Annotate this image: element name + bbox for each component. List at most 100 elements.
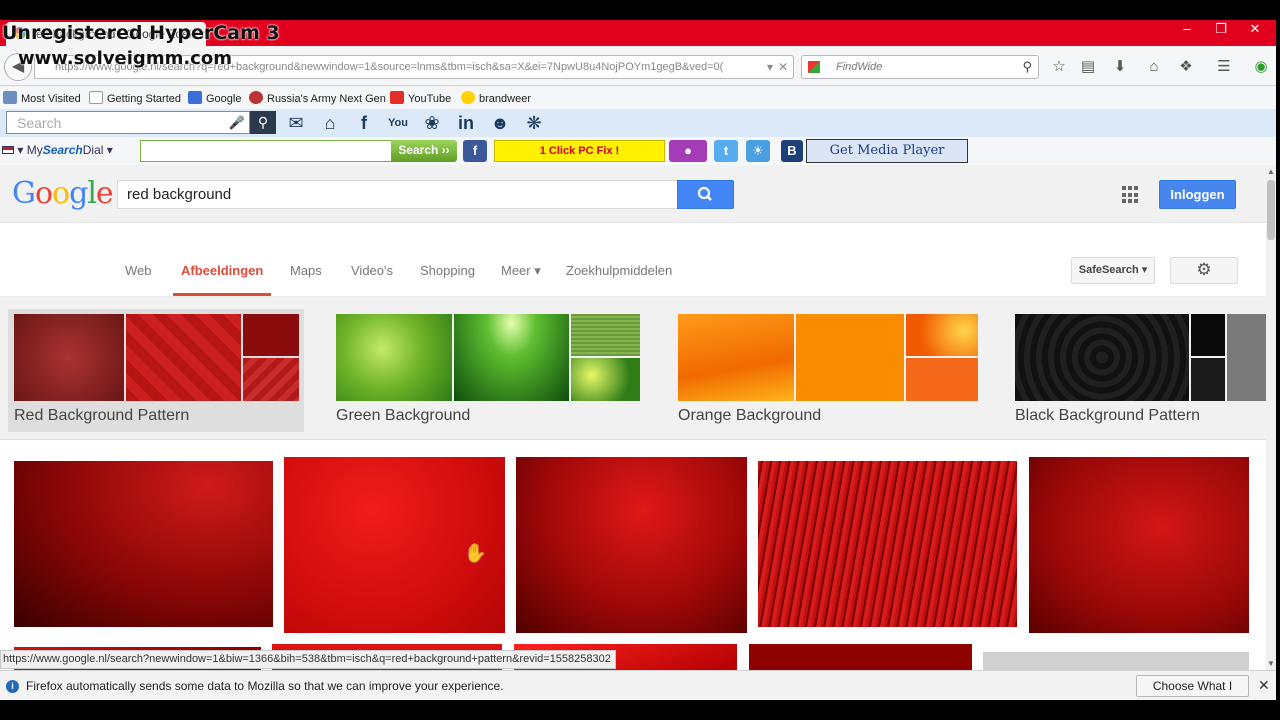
scroll-up-icon[interactable]: ▲ [1267,167,1275,176]
addon-icon[interactable]: ❖ [1176,58,1196,78]
reading-list-icon[interactable]: ▤ [1078,58,1098,78]
bookmark-youtube[interactable]: YouTube [390,91,451,105]
apps-grid-icon[interactable] [1122,186,1140,204]
related-black-background-pattern[interactable]: Black Background Pattern [1009,309,1266,432]
facebook-icon[interactable]: f [463,140,487,162]
bookmark-most-visited[interactable]: Most Visited [3,91,81,105]
tab-web[interactable]: Web [125,263,152,278]
linkedin-icon[interactable]: in [454,112,478,134]
related-green-background[interactable]: Green Background [330,309,640,432]
extension-icon[interactable]: ◉ [1251,58,1271,78]
login-button[interactable]: Inloggen [1159,180,1236,209]
google-images-page: Google red background Inloggen Web Afbee… [0,165,1266,670]
image-result[interactable] [14,461,273,627]
tab-search-tools[interactable]: Zoekhulpmiddelen [566,263,672,278]
bookmark-google[interactable]: Google [188,91,241,105]
bookmark-label: Russia's Army Next Gen [267,93,386,105]
home-icon[interactable]: ⌂ [1144,58,1164,78]
image-result[interactable] [983,652,1249,670]
page-icon [89,91,103,104]
related-red-background-pattern[interactable]: Red Background Pattern [8,309,304,432]
bookmark-getting-started[interactable]: Getting Started [89,91,181,105]
safesearch-button[interactable]: SafeSearch ▾ [1071,257,1155,284]
msd-search: Search [42,143,83,157]
close-notification-icon[interactable]: ✕ [1258,677,1270,694]
info-icon: i [6,680,19,693]
reddit-icon[interactable]: ☻ [488,112,512,134]
mouse-cursor-icon: ✋ [464,543,487,563]
scroll-down-icon[interactable]: ▼ [1267,659,1275,668]
related-orange-background[interactable]: Orange Background [672,309,982,432]
related-label: Orange Background [678,407,822,424]
flag-icon [2,146,14,154]
toolbar-search-input[interactable]: Search 🎤 [6,111,250,134]
related-label: Red Background Pattern [14,407,190,424]
screen: Unregistered HyperCam 3 www.solveigmm.co… [0,0,1280,720]
tab-maps[interactable]: Maps [290,263,322,278]
google-logo[interactable]: Google [12,176,114,211]
image-result[interactable] [1029,457,1249,633]
search-icon[interactable]: ⚲ [1022,59,1032,75]
youtube-icon [390,91,404,104]
history-dropdown-icon[interactable]: ▾ [767,60,773,74]
toolbar-search-placeholder: Search [17,115,62,131]
search-toolbar: Search 🎤 ⚲ ✉ ⌂ f You ❀ in ☻ ❋ [0,109,1276,137]
mysearchdial-search-button[interactable]: Search ›› [391,140,457,162]
bing-icon[interactable]: B [781,140,803,162]
downloads-icon[interactable]: ⬇ [1110,58,1130,78]
settings-gear-icon[interactable]: ⚙ [1170,257,1238,284]
related-searches: Red Background Pattern Green Background [0,297,1266,440]
bookmark-star-icon[interactable]: ☆ [1049,58,1069,78]
search-icon [697,186,712,201]
page-scrollbar[interactable]: ▲ ▼ [1266,165,1276,670]
bookmark-label: YouTube [408,93,452,105]
tab-images[interactable]: Afbeeldingen [172,263,272,296]
close-window-button[interactable]: ✕ [1238,20,1272,40]
smiley-icon [461,91,475,104]
image-results-grid [0,441,1266,670]
bookmark-label: brandweer [479,93,531,105]
scrollbar-thumb[interactable] [1267,180,1275,240]
tab-shopping[interactable]: Shopping [420,263,475,278]
browser-window: red background - Google Zoeken – ❐ ✕ ◀ h… [0,20,1276,700]
game-icon[interactable]: ● [669,140,707,162]
choose-what-i-share-button[interactable]: Choose What I Share [1136,675,1249,700]
facebook-icon[interactable]: f [352,112,376,134]
twitter-icon[interactable]: ❀ [420,112,444,134]
microphone-icon[interactable]: 🎤 [229,115,245,131]
google-search-input[interactable]: red background [117,180,678,209]
toolbar-search-button[interactable]: ⚲ [250,111,276,134]
watermark-line2: www.solveigmm.com [18,48,232,69]
mysearchdial-toolbar: ▾ MySearchDial ▾ Search ›› f 1 Click PC … [0,137,1276,180]
image-result[interactable] [516,457,747,633]
yelp-icon[interactable]: ❋ [522,112,546,134]
watermark-line1: Unregistered HyperCam 3 [2,22,280,44]
pc-fix-button[interactable]: 1 Click PC Fix ! [494,140,665,162]
stop-icon[interactable]: ✕ [778,60,788,74]
search-bar[interactable]: FindWide ⚲ [801,55,1039,79]
mail-icon[interactable]: ✉ [284,112,308,134]
menu-icon[interactable]: ☰ [1214,58,1234,78]
bookmark-russia-army[interactable]: Russia's Army Next Gen [249,91,386,105]
image-result[interactable] [758,461,1017,627]
tab-videos[interactable]: Video's [351,263,393,278]
google-search-button[interactable] [677,180,734,209]
youtube-icon[interactable]: You [386,112,410,134]
twitter-icon[interactable]: t [714,140,738,162]
tab-more[interactable]: Meer ▾ [501,263,541,279]
bookmark-brandweer[interactable]: brandweer [461,91,531,105]
emblem-icon [249,91,263,104]
maximize-button[interactable]: ❐ [1204,20,1238,40]
weather-icon[interactable]: ☀ [746,140,770,162]
media-player-plugin-button[interactable]: Get Media Player Plugin [806,139,968,180]
mysearchdial-input[interactable] [140,140,392,162]
search-bar-placeholder: FindWide [836,61,883,73]
image-result[interactable] [749,644,972,670]
mysearchdial-logo[interactable]: ▾ MySearchDial ▾ [2,143,113,157]
home-icon[interactable]: ⌂ [318,112,342,134]
minimize-button[interactable]: – [1170,20,1204,40]
msd-dial: Dial [82,143,104,157]
firefox-notification-bar: i Firefox automatically sends some data … [0,670,1276,700]
related-label: Green Background [336,407,471,424]
search-engine-icon[interactable] [808,61,820,73]
